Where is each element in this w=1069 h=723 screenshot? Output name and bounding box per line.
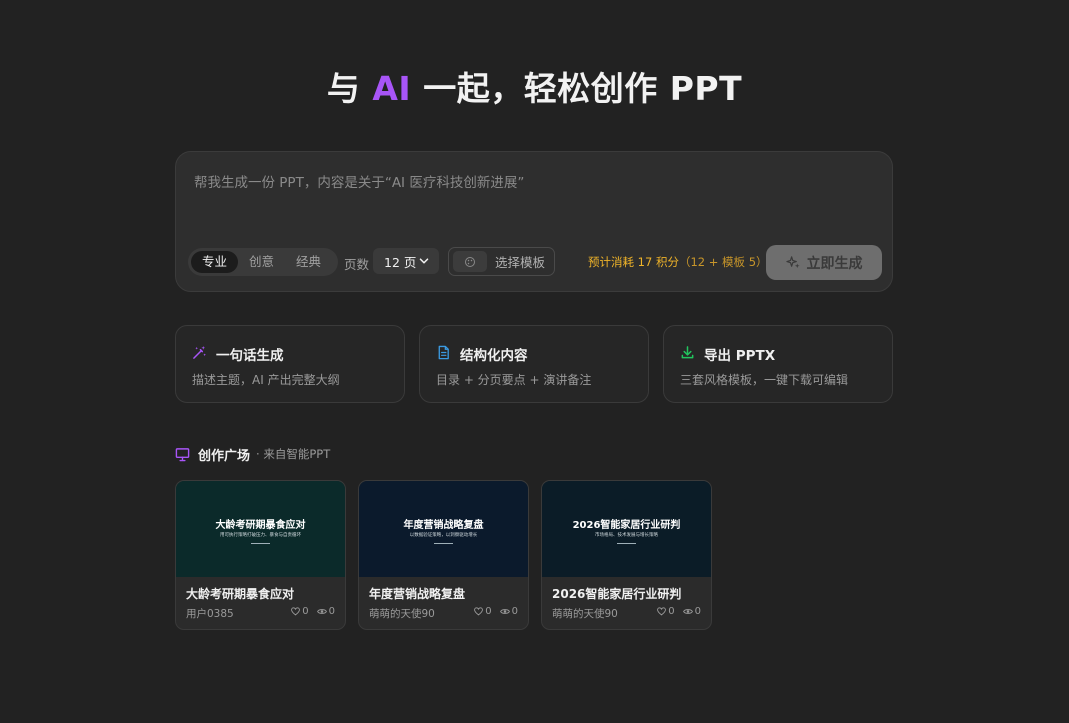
cost-detail: （12 + 模板 5） [678, 255, 768, 269]
card-thumbnail: 年度营销战略复盘 以数据验证策略，以洞察驱动增长 [359, 481, 528, 577]
document-icon [438, 345, 449, 360]
thumbnail-divider [617, 543, 636, 544]
generate-button[interactable]: 立即生成 [766, 245, 882, 280]
card-title: 大龄考研期暴食应对 [186, 587, 295, 601]
thumbnail-subtitle: 以数据验证策略，以洞察驱动增长 [409, 533, 478, 538]
style-option-creative[interactable]: 创意 [238, 251, 285, 273]
eye-icon [499, 609, 510, 614]
chevron-down-icon [419, 258, 429, 264]
card-author: 用户0385 [186, 608, 234, 620]
style-option-professional[interactable]: 专业 [191, 251, 239, 273]
feature-title: 一句话生成 [216, 348, 284, 364]
pages-label: 页数 [344, 257, 370, 272]
views-count: 0 [328, 606, 335, 617]
thumbnail-title: 2026智能家居行业研判 [572, 520, 681, 531]
thumbnail-subtitle: 用可执行策略打破压力、暴食与自责循环 [220, 533, 301, 538]
card-thumbnail: 大龄考研期暴食应对 用可执行策略打破压力、暴食与自责循环 [176, 481, 345, 577]
thumbnail-title: 大龄考研期暴食应对 [215, 520, 306, 531]
style-switcher: 专业 创意 经典 [188, 248, 338, 276]
cost-main: 预计消耗 17 积分 [588, 255, 679, 269]
card-stats: 0 0 [466, 606, 518, 617]
feature-desc: 描述主题，AI 产出完整大纲 [192, 373, 340, 387]
title-suffix: 一起，轻松创作 PPT [423, 69, 743, 108]
thumbnail-divider [251, 543, 270, 544]
eye-icon [682, 609, 693, 614]
sparkle-icon [785, 256, 800, 269]
title-prefix: 与 [326, 69, 361, 108]
likes-stat: 0 [291, 606, 309, 617]
download-icon [681, 346, 694, 359]
card-thumbnail: 2026智能家居行业研判 市场格局、技术发展与增长策略 [542, 481, 711, 577]
thumbnail-divider [434, 543, 453, 544]
prompt-input[interactable] [192, 169, 876, 233]
card-author: 萌萌的天使90 [369, 608, 435, 620]
thumbnail-title: 年度营销战略复盘 [403, 520, 484, 531]
style-option-classic[interactable]: 经典 [285, 251, 332, 273]
card-stats: 0 0 [283, 606, 335, 617]
gallery-card[interactable]: 年度营销战略复盘 以数据验证策略，以洞察驱动增长 年度营销战略复盘 萌萌的天使9… [358, 480, 529, 630]
pages-value: 12 页 [384, 254, 417, 270]
likes-count: 0 [485, 606, 492, 617]
select-template-label: 选择模板 [495, 255, 546, 270]
feature-card-structured: 结构化内容 目录 + 分页要点 + 演讲备注 [419, 325, 649, 403]
presentation-icon [175, 447, 190, 461]
likes-stat: 0 [474, 606, 492, 617]
card-title: 年度营销战略复盘 [369, 587, 466, 601]
palette-icon [453, 251, 487, 272]
views-count: 0 [694, 606, 701, 617]
prompt-panel: 专业 创意 经典 页数 12 页 选择模板 预计消耗 17 积分（12 + 模板… [175, 151, 893, 292]
feature-desc: 目录 + 分页要点 + 演讲备注 [436, 373, 592, 387]
likes-stat: 0 [657, 606, 675, 617]
generate-label: 立即生成 [806, 255, 863, 272]
gallery-title: 创作广场 [198, 448, 251, 464]
feature-title: 导出 PPTX [704, 348, 776, 364]
thumbnail-subtitle: 市场格局、技术发展与增长策略 [595, 533, 658, 538]
pages-select[interactable]: 12 页 [373, 248, 439, 274]
magic-wand-icon [193, 345, 206, 359]
gallery-header: 创作广场 · 来自智能PPT [175, 445, 331, 464]
card-stats: 0 0 [649, 606, 701, 617]
eye-icon [316, 609, 327, 614]
feature-title: 结构化内容 [460, 348, 528, 364]
views-stat: 0 [316, 606, 335, 617]
page-title: 与 AI 一起，轻松创作 PPT [0, 62, 1069, 110]
feature-desc: 三套风格模板，一键下载可编辑 [680, 373, 849, 387]
cost-estimate: 预计消耗 17 积分（12 + 模板 5） [588, 254, 768, 270]
gallery-card[interactable]: 2026智能家居行业研判 市场格局、技术发展与增长策略 2026智能家居行业研判… [541, 480, 712, 630]
select-template-button[interactable]: 选择模板 [448, 247, 555, 276]
feature-card-one-sentence: 一句话生成 描述主题，AI 产出完整大纲 [175, 325, 405, 403]
likes-count: 0 [668, 606, 675, 617]
views-stat: 0 [682, 606, 701, 617]
heart-icon [657, 607, 667, 616]
heart-icon [291, 607, 301, 616]
gallery-card[interactable]: 大龄考研期暴食应对 用可执行策略打破压力、暴食与自责循环 大龄考研期暴食应对 用… [175, 480, 346, 630]
gallery-subtitle: · 来自智能PPT [256, 447, 331, 461]
likes-count: 0 [302, 606, 309, 617]
heart-icon [474, 607, 484, 616]
title-ai-highlight: AI [372, 69, 412, 108]
views-count: 0 [511, 606, 518, 617]
views-stat: 0 [499, 606, 518, 617]
feature-card-export: 导出 PPTX 三套风格模板，一键下载可编辑 [663, 325, 893, 403]
card-author: 萌萌的天使90 [552, 608, 618, 620]
card-title: 2026智能家居行业研判 [552, 587, 682, 601]
